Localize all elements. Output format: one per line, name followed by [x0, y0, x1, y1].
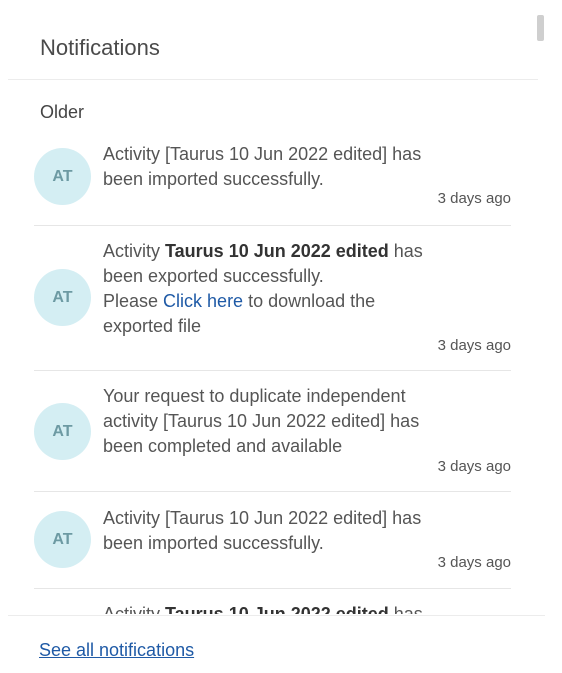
notification-item[interactable]: AT Activity Taurus 10 Jun 2022 edited ha… — [34, 226, 511, 371]
message-line: exported file — [103, 316, 202, 336]
message-text: has — [388, 241, 423, 261]
panel-title: Notifications — [40, 35, 160, 60]
notification-time: 3 days ago — [437, 554, 511, 571]
message-line: Please Click here to download the — [103, 289, 433, 314]
message-text: Activity — [103, 241, 166, 261]
notification-message: Activity Taurus 10 Jun 2022 edited has — [103, 602, 433, 614]
notification-list[interactable]: Older AT Activity [Taurus 10 Jun 2022 ed… — [0, 80, 545, 614]
avatar: AT — [34, 269, 91, 326]
activity-name: Taurus 10 Jun 2022 edited — [165, 604, 389, 614]
panel-footer: See all notifications — [8, 615, 545, 673]
message-line: Activity [Taurus 10 Jun 2022 edited] has — [103, 144, 422, 164]
avatar: AT — [34, 511, 91, 568]
scrollbar-thumb[interactable] — [537, 15, 544, 41]
message-line: been completed and available — [103, 436, 343, 456]
activity-name: Taurus 10 Jun 2022 edited — [165, 241, 389, 261]
message-line: Activity [Taurus 10 Jun 2022 edited] has — [103, 508, 422, 528]
message-text: Activity — [103, 604, 166, 614]
notification-item[interactable]: Activity Taurus 10 Jun 2022 edited has — [34, 589, 511, 614]
message-line: activity [Taurus 10 Jun 2022 edited] has — [103, 411, 420, 431]
message-line: been exported successfully. — [103, 266, 324, 286]
message-text: to download the — [243, 291, 376, 311]
section-label: Older — [40, 102, 85, 122]
notification-message: Activity [Taurus 10 Jun 2022 edited] has… — [103, 506, 433, 556]
notification-item[interactable]: AT Your request to duplicate independent… — [34, 371, 511, 492]
notification-message: Activity [Taurus 10 Jun 2022 edited] has… — [103, 142, 433, 192]
message-line: Activity Taurus 10 Jun 2022 edited has — [103, 602, 433, 614]
panel-header: Notifications — [8, 0, 538, 80]
message-line: Your request to duplicate independent — [103, 386, 406, 406]
notification-time: 3 days ago — [437, 190, 511, 207]
message-line: Activity Taurus 10 Jun 2022 edited has — [103, 239, 433, 264]
message-line: been imported successfully. — [103, 533, 324, 553]
see-all-notifications-link[interactable]: See all notifications — [39, 638, 194, 662]
notifications-panel: Notifications Older AT Activity [Taurus … — [0, 0, 562, 673]
notification-message: Activity Taurus 10 Jun 2022 edited has b… — [103, 239, 433, 339]
notification-item[interactable]: AT Activity [Taurus 10 Jun 2022 edited] … — [34, 139, 511, 226]
message-text: has — [388, 604, 423, 614]
notification-time: 3 days ago — [437, 458, 511, 475]
avatar: AT — [34, 403, 91, 460]
notification-item[interactable]: AT Activity [Taurus 10 Jun 2022 edited] … — [34, 492, 511, 589]
message-text: Please — [103, 291, 164, 311]
message-line: been imported successfully. — [103, 169, 324, 189]
download-link[interactable]: Click here — [163, 291, 243, 311]
notification-message: Your request to duplicate independent ac… — [103, 384, 433, 459]
avatar: AT — [34, 148, 91, 205]
notification-time: 3 days ago — [437, 337, 511, 354]
